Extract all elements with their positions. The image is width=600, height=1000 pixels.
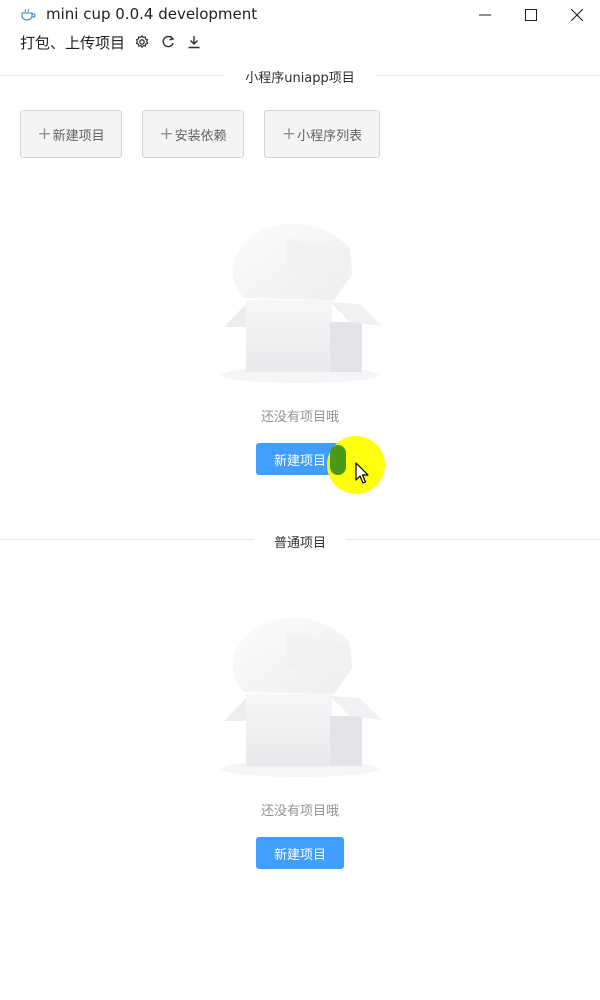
plus-icon: + — [37, 124, 52, 144]
miniapp-list-button[interactable]: + 小程序列表 — [264, 110, 380, 158]
empty-box-illustration — [210, 612, 390, 782]
window-title: mini cup 0.0.4 development — [46, 5, 258, 23]
close-button[interactable] — [554, 0, 600, 30]
install-deps-button[interactable]: + 安装依赖 — [142, 110, 244, 158]
refresh-icon[interactable] — [161, 35, 175, 49]
miniapp-section-title: 小程序uniapp项目 — [225, 67, 375, 86]
plus-icon: + — [281, 124, 297, 144]
empty-box-illustration — [210, 218, 390, 388]
app-cup-icon — [20, 7, 36, 21]
gear-icon[interactable] — [135, 35, 149, 49]
minimize-button[interactable] — [462, 0, 508, 30]
new-project-label: 新建项目 — [52, 128, 105, 144]
miniapp-list-label: 小程序列表 — [297, 128, 363, 144]
build-upload-label: 打包、上传项目 — [20, 33, 126, 52]
title-bar: mini cup 0.0.4 development — [0, 0, 600, 30]
maximize-button[interactable] — [508, 0, 554, 30]
new-project-button[interactable]: + 新建项目 — [20, 110, 122, 158]
install-deps-label: 安装依赖 — [174, 128, 227, 144]
empty-state-text: 还没有项目哦 — [260, 804, 339, 819]
empty-state-text: 还没有项目哦 — [260, 410, 339, 425]
create-project-button[interactable]: 新建项目 — [256, 837, 344, 869]
mouse-cursor-icon — [355, 462, 371, 486]
toolbar: 打包、上传项目 — [20, 31, 213, 53]
click-indicator — [330, 445, 346, 475]
maximize-icon — [525, 9, 537, 21]
minimize-icon — [479, 14, 491, 16]
close-icon — [571, 9, 583, 21]
download-icon[interactable] — [187, 35, 201, 49]
plus-icon: + — [159, 124, 174, 144]
normal-section-title: 普通项目 — [253, 532, 347, 551]
